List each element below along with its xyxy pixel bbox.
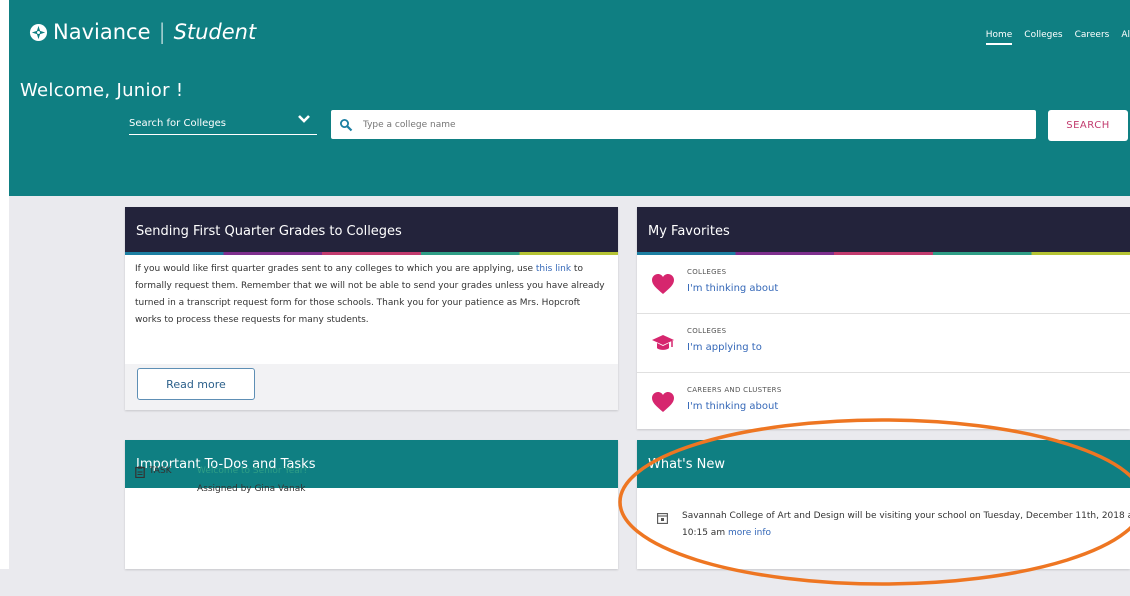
brand-product: Student [173,20,257,44]
search-type-select[interactable]: Search for Colleges [129,110,317,135]
graduation-cap-icon [652,335,674,350]
welcome-heading: Welcome, Junior ! [20,80,184,101]
announcement-card: Sending First Quarter Grades to Colleges… [125,207,618,410]
nav-home[interactable]: Home [985,30,1013,45]
todos-card: Important To-Dos and Tasks TASK Welcome … [125,440,618,569]
search-icon [340,118,353,131]
college-search-input[interactable] [361,118,965,131]
brand-separator: | [158,20,166,44]
task-assigned-by: Assigned by Gina Vanak [197,484,306,494]
naviance-compass-icon [29,23,48,41]
search-button[interactable]: SEARCH [1048,110,1128,141]
favorite-category: COLLEGES [687,327,727,335]
heart-icon [652,274,674,294]
header: Naviance | Student Home Colleges Careers… [9,0,1130,196]
read-more-button[interactable]: Read more [137,368,255,400]
nav-colleges[interactable]: Colleges [1024,30,1062,45]
todos-header: Important To-Dos and Tasks [125,440,618,488]
top-nav: Home Colleges Careers Al [974,30,1130,45]
favorite-category: CAREERS AND CLUSTERS [687,386,782,394]
task-title-link[interactable]: Welcome to Senior Year! [197,466,307,476]
transcript-request-link[interactable]: this link [536,264,571,274]
announcement-header: Sending First Quarter Grades to Colleges [125,207,618,255]
favorite-category: COLLEGES [687,268,727,276]
read-more-area: Read more [125,364,618,410]
annotation-ellipse [618,418,1130,586]
chevron-down-icon [298,115,310,123]
favorites-header: My Favorites [637,207,1130,255]
color-stripe [125,252,618,255]
nav-about[interactable]: Al [1121,30,1130,45]
favorites-card: My Favorites COLLEGES I'm thinking about… [637,207,1130,429]
favorites-title: My Favorites [648,223,730,239]
clipboard-icon [135,466,145,478]
left-margin [0,0,9,569]
favorite-colleges-applying[interactable]: COLLEGES I'm applying to [637,314,1130,373]
favorite-label[interactable]: I'm applying to [687,342,762,353]
announcement-text-before: If you would like first quarter grades s… [135,264,536,274]
announcement-body: If you would like first quarter grades s… [125,255,618,329]
nav-careers[interactable]: Careers [1075,30,1110,45]
favorite-label[interactable]: I'm thinking about [687,283,778,294]
announcement-title: Sending First Quarter Grades to Colleges [136,223,402,239]
favorite-colleges-thinking[interactable]: COLLEGES I'm thinking about [637,255,1130,314]
task-type: TASK [149,466,172,476]
search-box [331,110,1036,139]
brand-name: Naviance [53,20,151,44]
brand-logo-group[interactable]: Naviance | Student [29,20,256,44]
search-type-value: Search for Colleges [129,118,226,129]
